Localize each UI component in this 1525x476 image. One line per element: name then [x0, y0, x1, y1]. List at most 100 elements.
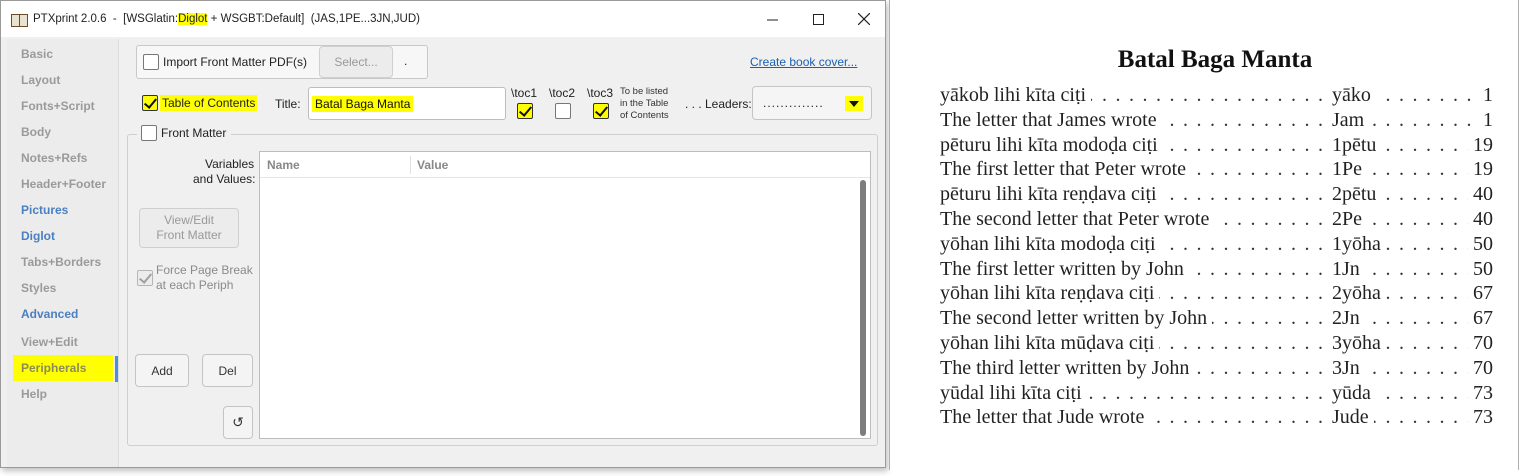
toc1-label: \toc1	[511, 86, 538, 100]
sidebar-item-view-edit[interactable]: View+Edit	[13, 329, 113, 355]
toc-entry-title: pēturu lihi kīta modoḍa ciṭi	[940, 133, 1163, 157]
toc-entry-title: yōhan lihi kīta mūḍava ciṭi	[940, 331, 1160, 355]
toc-entry: ........................................…	[940, 282, 1493, 307]
window-title-highlight: Diglot	[178, 13, 208, 25]
toc-entry-title: yōhan lihi kīta modoḍa ciṭi	[940, 232, 1161, 256]
toc-entry: ........................................…	[940, 108, 1493, 134]
sidebar-item-notes-refs[interactable]: Notes+Refs	[13, 145, 113, 171]
toc-entry-page: 70	[1468, 356, 1493, 380]
sidebar-item-layout[interactable]: Layout	[13, 67, 113, 93]
sidebar-item-pictures[interactable]: Pictures	[13, 197, 113, 223]
force-page-break-line2: at each Periph	[156, 278, 234, 292]
leaders-select[interactable]: ..............	[752, 86, 872, 120]
toc-entry-abbr: Jam	[1330, 108, 1370, 132]
column-header-value[interactable]: Value	[417, 158, 448, 172]
sidebar-item-basic[interactable]: Basic	[13, 41, 113, 67]
toc-entry-abbr: 3yōha	[1330, 331, 1386, 355]
table-scrollbar[interactable]	[860, 180, 866, 436]
sidebar-item-styles[interactable]: Styles	[13, 275, 113, 301]
toc-note-line3: of Contents	[620, 110, 669, 121]
preview-title: Batal Baga Manta	[1117, 46, 1313, 73]
table-of-contents-checkbox[interactable]	[142, 95, 158, 111]
toc-entry-page: 73	[1468, 381, 1493, 405]
select-pdf-button[interactable]: Select...	[319, 46, 393, 78]
sidebar-item-advanced[interactable]: Advanced	[13, 301, 113, 327]
title-bar: PTXprint 2.0.6 - [WSGlatin:Diglot + WSGB…	[1, 1, 885, 37]
toc-entry-title: yūdal lihi kīta ciṭi	[940, 381, 1087, 405]
toc2-label: \toc2	[549, 86, 576, 100]
sidebar-item-header-footer[interactable]: Header+Footer	[13, 171, 113, 197]
sidebar-item-tabs-borders[interactable]: Tabs+Borders	[13, 249, 113, 275]
toc3-label: \toc3	[587, 86, 614, 100]
toc-entry-page: 50	[1468, 232, 1493, 256]
toc-entry-abbr: yūda	[1330, 381, 1376, 405]
toc-entry-abbr: yāko	[1330, 84, 1376, 107]
close-button[interactable]	[841, 1, 887, 37]
front-matter-checkbox[interactable]	[141, 125, 157, 141]
import-front-matter-checkbox[interactable]	[143, 54, 159, 70]
table-header: Name Value	[260, 152, 870, 178]
del-button[interactable]: Del	[202, 354, 253, 387]
toc-entry-abbr: 3Jn	[1330, 356, 1365, 380]
variables-label-line1: Variables	[205, 157, 255, 171]
sidebar-item-peripherals[interactable]: Peripherals	[13, 355, 113, 381]
column-header-name[interactable]: Name	[267, 158, 300, 172]
maximize-button[interactable]	[795, 1, 841, 37]
toc-entry-abbr: 2pētu	[1330, 183, 1382, 207]
sidebar-item-diglot[interactable]: Diglot	[13, 223, 113, 249]
column-separator	[410, 156, 411, 174]
toc-entry: ........................................…	[940, 183, 1493, 208]
toc-entry-page: 50	[1468, 257, 1493, 281]
front-matter-label: Front Matter	[161, 126, 227, 140]
toc-entry: ........................................…	[940, 307, 1493, 332]
toc-entry-title: The first letter that Peter wrote	[940, 158, 1192, 182]
refresh-button[interactable]: ↺	[223, 406, 253, 439]
toc-entry-page: 70	[1468, 331, 1493, 355]
toc-entry: ........................................…	[940, 356, 1493, 382]
toc-entry-title: The letter that Jude wrote	[940, 406, 1150, 430]
toc-entry-page: 19	[1468, 158, 1493, 182]
force-page-break-line1: Force Page Break	[156, 263, 253, 277]
variables-label-line2: and Values:	[193, 172, 256, 186]
toc-entry-page: 40	[1468, 207, 1493, 231]
toc-entry: ........................................…	[940, 331, 1493, 357]
add-button[interactable]: Add	[135, 354, 189, 387]
toc-entry-page: 40	[1468, 183, 1493, 207]
toc-entry: ........................................…	[940, 207, 1493, 233]
toc-title-value: Batal Baga Manta	[312, 96, 414, 112]
toc1-checkbox[interactable]	[517, 103, 533, 119]
window-title-prefix: PTXprint 2.0.6 - [WSGlatin:	[33, 13, 179, 25]
toc-entry-abbr: 2Jn	[1330, 307, 1365, 331]
toc-entry-abbr: 2yōha	[1330, 282, 1386, 306]
toc-list: ........................................…	[940, 84, 1493, 431]
close-icon	[858, 13, 870, 25]
title-label: Title:	[275, 97, 301, 111]
toc3-checkbox[interactable]	[593, 103, 609, 119]
view-edit-front-matter-button[interactable]: View/Edit Front Matter	[139, 208, 239, 248]
toc-entry: ........................................…	[940, 84, 1493, 109]
toc-entry: ........................................…	[940, 133, 1493, 159]
toc-entry-title: The first letter written by John	[940, 257, 1189, 281]
toc-entry-abbr: 1pētu	[1330, 133, 1382, 157]
toc-entry-page: 67	[1468, 282, 1493, 306]
toc-entry: ........................................…	[940, 257, 1493, 283]
sidebar-item-fonts-script[interactable]: Fonts+Script	[13, 93, 113, 119]
toc-entry-title: pēturu lihi kīta reṇḍava ciṭi	[940, 183, 1162, 207]
table-of-contents-label: Table of Contents	[160, 95, 258, 111]
chevron-down-icon	[845, 96, 863, 111]
minimize-icon	[766, 19, 778, 20]
toc-entry-abbr: 2Pe	[1330, 207, 1367, 231]
sidebar: Basic Layout Fonts+Script Body Notes+Ref…	[7, 39, 119, 467]
refresh-icon: ↺	[232, 414, 244, 430]
toc2-checkbox[interactable]	[555, 103, 571, 119]
window-title: PTXprint 2.0.6 - [WSGlatin:Diglot + WSGB…	[33, 13, 420, 25]
toc-entry-page: 1	[1478, 108, 1493, 132]
import-front-matter-label: Import Front Matter PDF(s)	[163, 55, 308, 69]
sidebar-item-body[interactable]: Body	[13, 119, 113, 145]
sidebar-item-help[interactable]: Help	[13, 381, 113, 407]
minimize-button[interactable]	[749, 1, 795, 37]
toc-entry-page: 67	[1468, 307, 1493, 331]
toc-title-input[interactable]: Batal Baga Manta	[308, 87, 506, 120]
create-book-cover-link[interactable]: Create book cover...	[750, 55, 857, 69]
force-page-break-checkbox[interactable]	[137, 270, 153, 286]
